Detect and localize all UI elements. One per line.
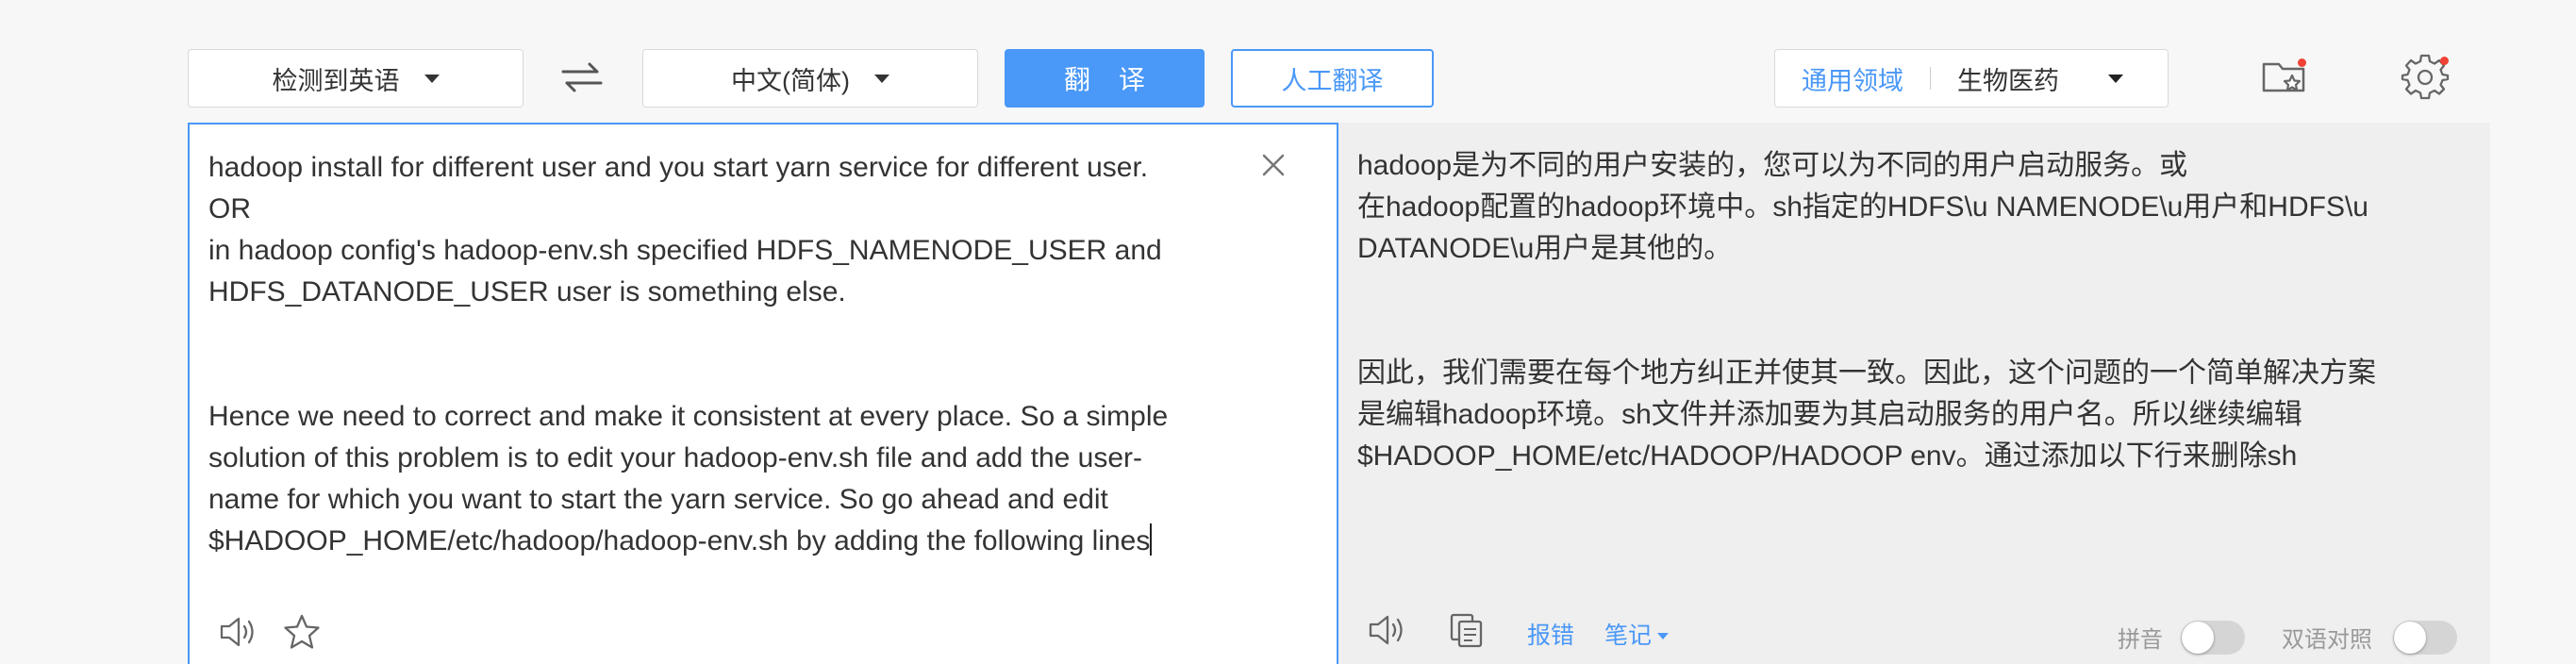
favorites-button[interactable]: [2258, 51, 2311, 104]
source-language-label: 检测到英语: [272, 66, 400, 95]
pinyin-toggle[interactable]: [2181, 621, 2245, 655]
swap-languages-button[interactable]: [558, 55, 606, 100]
translated-text: hadoop是为不同的用户安装的，您可以为不同的用户启动服务。或 在hadoop…: [1357, 150, 2376, 472]
bilingual-toggle[interactable]: [2393, 621, 2457, 655]
target-language-label: 中文(简体): [731, 66, 850, 95]
toggle-knob: [2394, 622, 2426, 654]
copy-button[interactable]: [1448, 611, 1486, 654]
chevron-down-icon: [873, 74, 889, 83]
speaker-icon: [220, 617, 254, 647]
pinyin-label: 拼音: [2118, 627, 2163, 653]
close-icon: [1262, 154, 1285, 176]
chevron-down-icon: [424, 74, 440, 83]
source-language-select[interactable]: 检测到英语: [188, 49, 524, 108]
favorite-button[interactable]: [282, 613, 322, 656]
human-translation-button[interactable]: 人工翻译: [1231, 49, 1434, 108]
settings-button[interactable]: [2399, 51, 2451, 104]
notes-label: 笔记: [1604, 622, 1653, 649]
source-speak-button[interactable]: [218, 613, 259, 656]
clear-button[interactable]: [1257, 149, 1289, 181]
domain-divider: [1930, 67, 1931, 90]
domain-selector: 通用领域 生物医药: [1774, 49, 2169, 108]
swap-arrows-icon: [561, 62, 603, 92]
source-text: hadoop install for different user and yo…: [208, 152, 1169, 556]
notification-dot: [2298, 58, 2306, 67]
text-cursor: [1150, 523, 1153, 556]
notification-dot: [2440, 57, 2449, 65]
notes-dropdown[interactable]: 笔记: [1604, 617, 1670, 651]
target-speak-button[interactable]: [1367, 611, 1408, 654]
star-icon: [284, 614, 320, 649]
target-panel: hadoop是为不同的用户安装的，您可以为不同的用户启动服务。或 在hadoop…: [1338, 123, 2490, 664]
chevron-down-icon: [2108, 74, 2123, 83]
source-panel: hadoop install for different user and yo…: [188, 123, 1338, 664]
report-error-link[interactable]: 报错: [1527, 617, 1574, 651]
chevron-down-icon: [1657, 633, 1670, 639]
translate-button[interactable]: 翻译: [1005, 49, 1205, 108]
domain-general-link[interactable]: 通用领域: [1802, 60, 1903, 97]
speaker-icon: [1369, 615, 1403, 645]
domain-selected-label: 生物医药: [1957, 66, 2059, 95]
target-language-select[interactable]: 中文(简体): [642, 49, 978, 108]
translate-button-label: 翻译: [1063, 65, 1173, 94]
domain-dropdown[interactable]: 生物医药: [1957, 60, 2123, 97]
human-translation-label: 人工翻译: [1281, 66, 1384, 95]
bilingual-label: 双语对照: [2282, 627, 2372, 653]
toggle-knob: [2182, 622, 2214, 654]
copy-icon: [1450, 613, 1483, 648]
source-text-input[interactable]: hadoop install for different user and yo…: [208, 147, 1265, 562]
